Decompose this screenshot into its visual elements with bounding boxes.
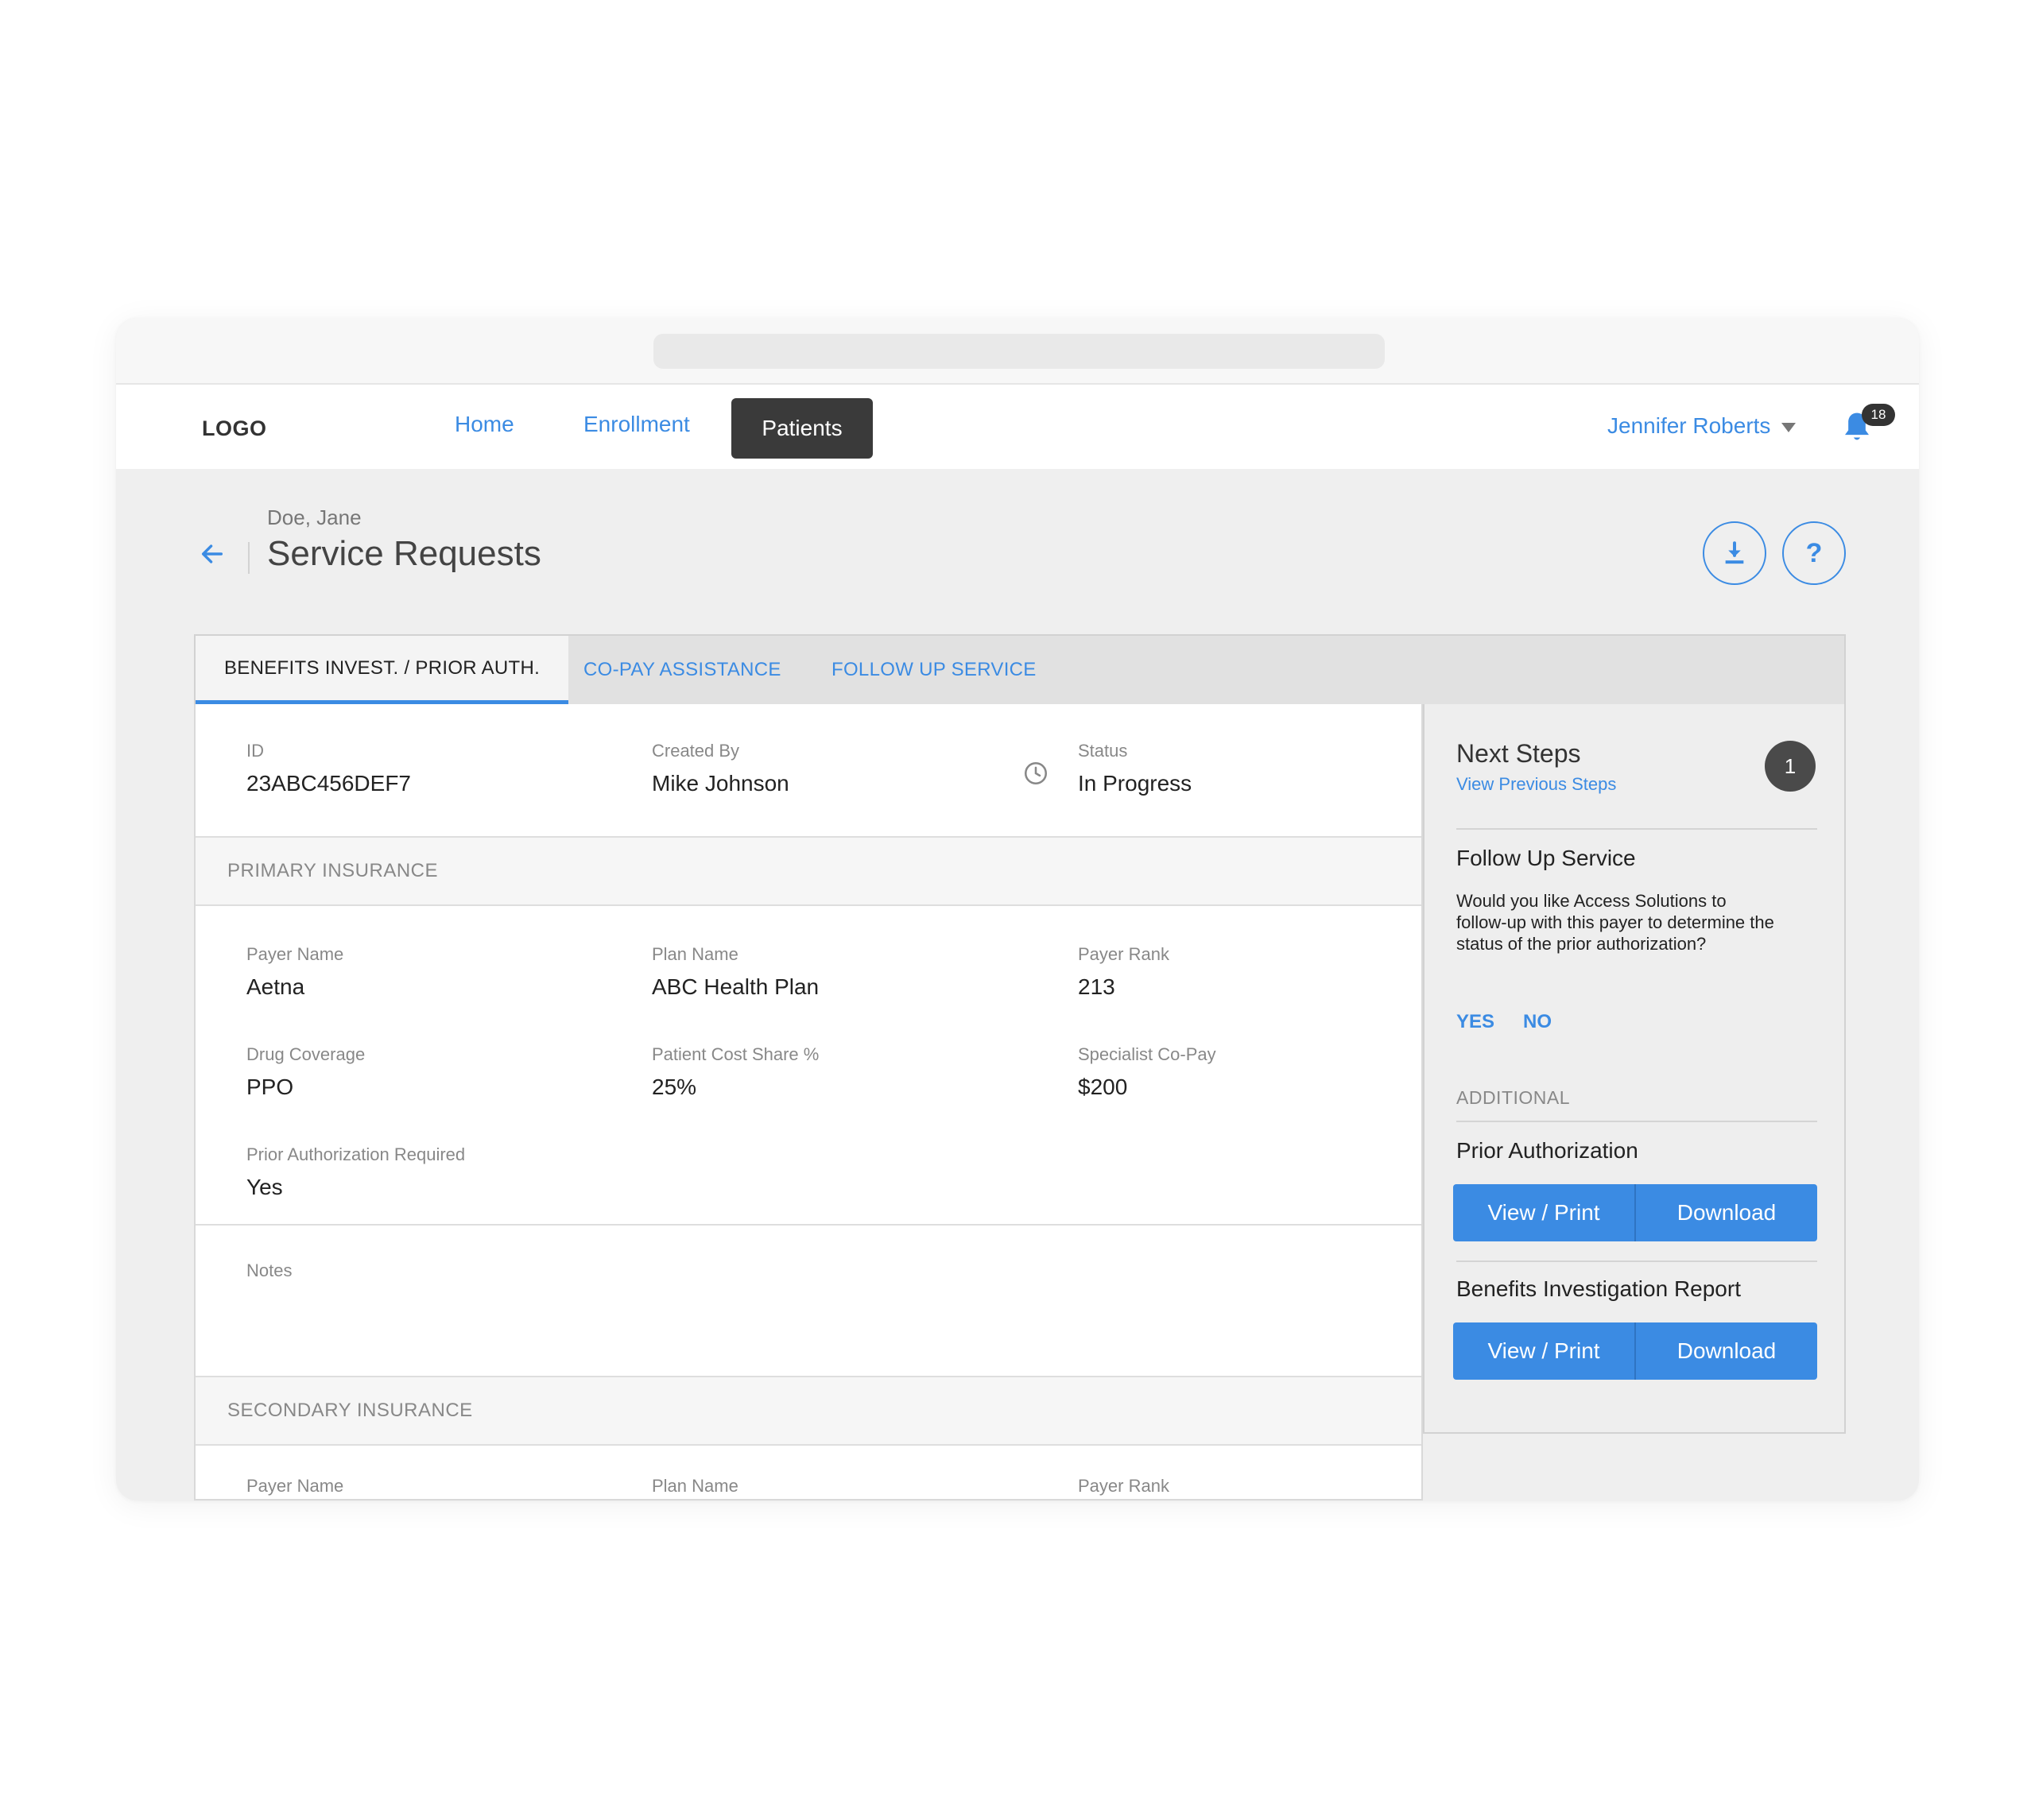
chevron-down-icon [1781, 423, 1797, 432]
notification-badge: 18 [1862, 404, 1895, 426]
prior-auth-download-button[interactable]: Download [1634, 1184, 1817, 1241]
primary-insurance-header: PRIMARY INSURANCE [196, 836, 1421, 906]
specialist-copay-value: $200 [1078, 1075, 1128, 1099]
back-arrow-icon[interactable] [199, 540, 226, 567]
divider [1456, 828, 1817, 830]
next-steps-count-badge: 1 [1765, 741, 1816, 792]
benefits-report-view-print-button[interactable]: View / Print [1453, 1322, 1634, 1380]
user-name: Jennifer Roberts [1607, 413, 1771, 438]
prior-auth-label: Prior Authorization Required [246, 1144, 466, 1164]
next-steps-title: Next Steps [1456, 739, 1581, 768]
prior-auth-actions: View / Print Download [1453, 1184, 1817, 1241]
tab-copay-assistance[interactable]: CO-PAY ASSISTANCE [583, 636, 781, 704]
follow-up-service-title: Follow Up Service [1456, 846, 1636, 870]
download-button[interactable] [1703, 521, 1766, 585]
title-divider [248, 542, 250, 574]
service-tabs: BENEFITS INVEST. / PRIOR AUTH. CO-PAY AS… [194, 634, 1846, 704]
divider [1456, 1121, 1817, 1122]
nav-home[interactable]: Home [455, 412, 514, 437]
tab-follow-up-service[interactable]: FOLLOW UP SERVICE [831, 636, 1037, 704]
yes-button[interactable]: YES [1456, 1011, 1494, 1033]
divider [196, 1224, 1421, 1226]
plan-name-label: Plan Name [652, 944, 738, 964]
benefits-report-title: Benefits Investigation Report [1456, 1276, 1741, 1301]
status-label: Status [1078, 741, 1128, 761]
secondary-payer-name-label: Payer Name [246, 1476, 344, 1496]
view-previous-steps-link[interactable]: View Previous Steps [1456, 774, 1616, 795]
divider [1456, 1260, 1817, 1262]
browser-window: LOGO Home Enrollment Patients Jennifer R… [116, 318, 1919, 1501]
payer-name-value: Aetna [246, 974, 305, 999]
request-details-panel: ID 23ABC456DEF7 Created By Mike Johnson … [194, 704, 1423, 1501]
logo[interactable]: LOGO [202, 416, 267, 441]
additional-header: ADDITIONAL [1456, 1087, 1571, 1108]
payer-rank-label: Payer Rank [1078, 944, 1169, 964]
clock-icon [1024, 761, 1048, 785]
payer-name-label: Payer Name [246, 944, 344, 964]
prior-authorization-title: Prior Authorization [1456, 1138, 1638, 1163]
help-button[interactable]: ? [1782, 521, 1846, 585]
tab-benefits-prior-auth[interactable]: BENEFITS INVEST. / PRIOR AUTH. [196, 636, 569, 704]
secondary-plan-name-label: Plan Name [652, 1476, 738, 1496]
user-menu[interactable]: Jennifer Roberts [1607, 413, 1797, 439]
browser-chrome [116, 318, 1919, 385]
secondary-insurance-header: SECONDARY INSURANCE [196, 1376, 1421, 1446]
secondary-payer-rank-label: Payer Rank [1078, 1476, 1169, 1496]
follow-up-question: Would you like Access Solutions to follo… [1456, 891, 1774, 954]
status-value: In Progress [1078, 771, 1192, 796]
drug-coverage-value: PPO [246, 1075, 294, 1099]
nav-enrollment[interactable]: Enrollment [583, 412, 690, 437]
notes-label: Notes [246, 1260, 293, 1280]
cost-share-value: 25% [652, 1075, 697, 1099]
drug-coverage-label: Drug Coverage [246, 1044, 366, 1064]
help-icon: ? [1805, 537, 1823, 568]
top-navbar: LOGO Home Enrollment Patients Jennifer R… [116, 385, 1919, 469]
next-steps-panel: Next Steps View Previous Steps 1 Follow … [1423, 704, 1846, 1434]
benefits-report-download-button[interactable]: Download [1634, 1322, 1817, 1380]
breadcrumb[interactable]: Doe, Jane [267, 505, 362, 530]
created-by-label: Created By [652, 741, 740, 761]
specialist-copay-label: Specialist Co-Pay [1078, 1044, 1216, 1064]
address-bar[interactable] [653, 334, 1385, 369]
page-title: Service Requests [267, 534, 541, 573]
no-button[interactable]: NO [1523, 1011, 1552, 1033]
download-icon [1725, 541, 1744, 564]
prior-auth-value: Yes [246, 1175, 283, 1199]
created-by-value: Mike Johnson [652, 771, 789, 796]
id-label: ID [246, 741, 264, 761]
cost-share-label: Patient Cost Share % [652, 1044, 820, 1064]
prior-auth-view-print-button[interactable]: View / Print [1453, 1184, 1634, 1241]
payer-rank-value: 213 [1078, 974, 1115, 999]
benefits-report-actions: View / Print Download [1453, 1322, 1817, 1380]
id-value: 23ABC456DEF7 [246, 771, 412, 796]
nav-patients[interactable]: Patients [731, 398, 873, 459]
plan-name-value: ABC Health Plan [652, 974, 820, 999]
